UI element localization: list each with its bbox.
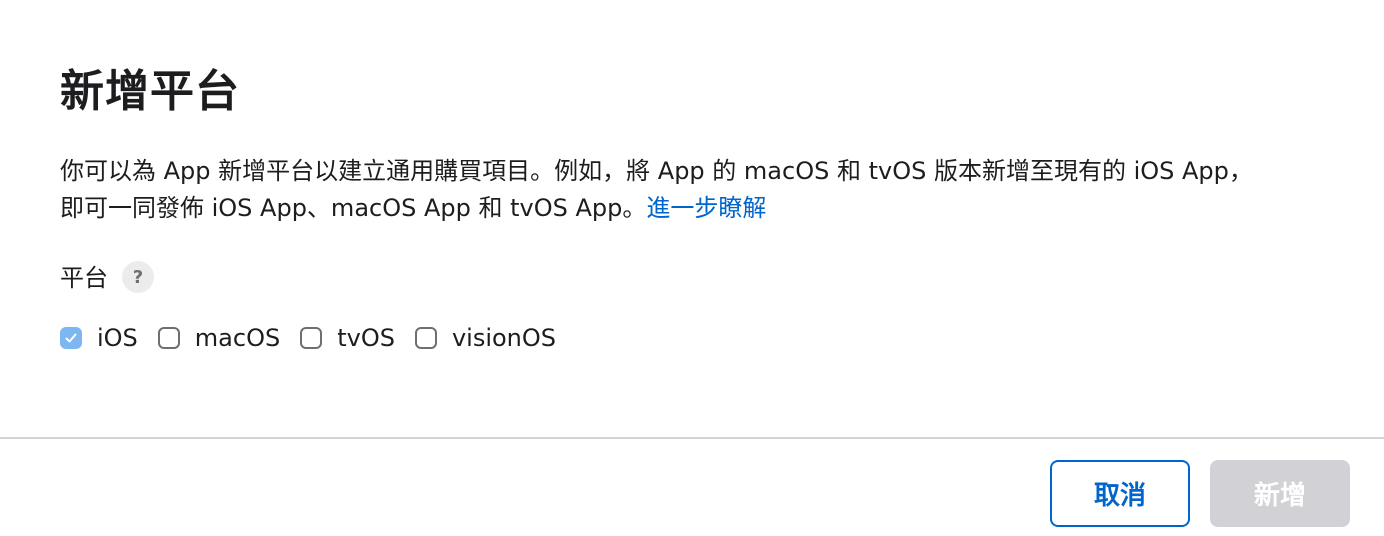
checkbox-macos[interactable]	[157, 327, 180, 349]
dialog-description: 你可以為 App 新增平台以建立通用購買項目。例如，將 App 的 macOS …	[60, 153, 1260, 227]
checkbox-label-visionos: visionOS	[451, 324, 557, 352]
add-button[interactable]: 新增	[1210, 460, 1350, 527]
checkbox-visionos[interactable]	[414, 327, 437, 349]
learn-more-link[interactable]: 進一步瞭解	[646, 194, 766, 222]
footer-divider	[0, 437, 1384, 439]
platform-option-ios[interactable]: iOS	[60, 318, 138, 358]
checkbox-tvos[interactable]	[300, 327, 323, 349]
add-platform-dialog: 新增平台 你可以為 App 新增平台以建立通用購買項目。例如，將 App 的 m…	[0, 0, 1384, 536]
checkbox-label-tvos: tvOS	[337, 324, 395, 352]
platform-label: 平台	[60, 264, 108, 292]
checkbox-label-macos: macOS	[194, 324, 281, 352]
question-mark-icon[interactable]: ?	[122, 261, 154, 293]
platform-checkbox-group: iOS macOS tvOS visionOS	[60, 318, 576, 358]
platform-option-tvos[interactable]: tvOS	[300, 318, 395, 358]
platform-option-macos[interactable]: macOS	[157, 318, 281, 358]
dialog-title: 新增平台	[60, 66, 240, 117]
cancel-button[interactable]: 取消	[1050, 460, 1190, 527]
platform-option-visionos[interactable]: visionOS	[414, 318, 557, 358]
checkbox-label-ios: iOS	[97, 324, 138, 352]
platform-label-row: 平台 ?	[60, 258, 154, 298]
checkmark-icon	[65, 333, 77, 343]
checkbox-ios[interactable]	[60, 327, 82, 349]
